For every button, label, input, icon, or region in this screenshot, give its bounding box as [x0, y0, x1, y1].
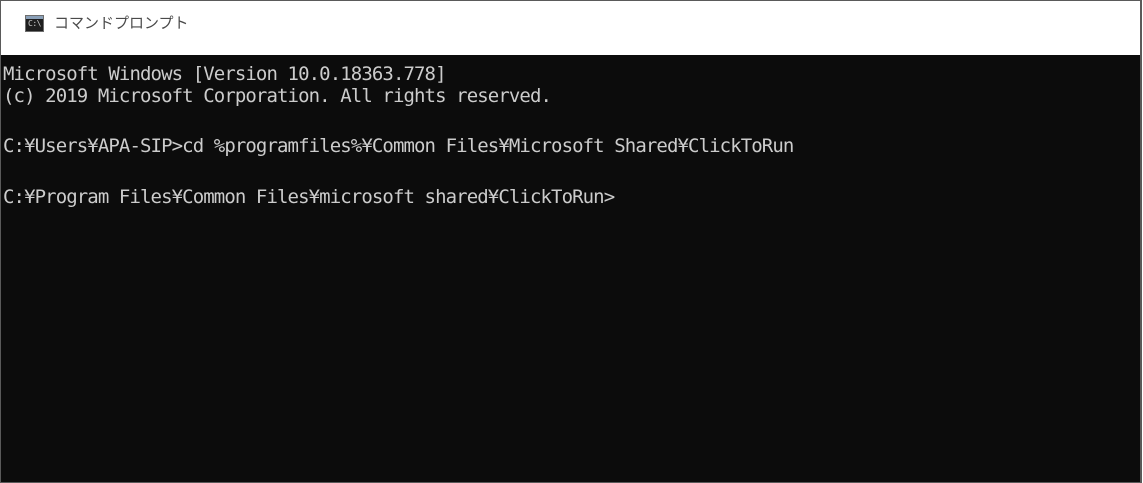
console-icon[interactable]: C:\ [25, 15, 44, 32]
title-bar[interactable]: C:\ コマンドプロンプト [1, 1, 1140, 55]
console-line-copyright: (c) 2019 Microsoft Corporation. All righ… [3, 85, 552, 107]
console-output-area[interactable]: Microsoft Windows [Version 10.0.18363.77… [1, 55, 1140, 482]
console-line-version: Microsoft Windows [Version 10.0.18363.77… [3, 63, 447, 85]
console-icon-glyph: C:\ [28, 19, 41, 28]
command-prompt-window: C:\ コマンドプロンプト Microsoft Windows [Version… [0, 0, 1142, 483]
window-title: コマンドプロンプト [54, 14, 189, 32]
console-line-current-prompt[interactable]: C:¥Program Files¥Common Files¥microsoft … [3, 186, 615, 208]
console-line-cd-command: C:¥Users¥APA-SIP>cd %programfiles%¥Commo… [3, 135, 794, 157]
